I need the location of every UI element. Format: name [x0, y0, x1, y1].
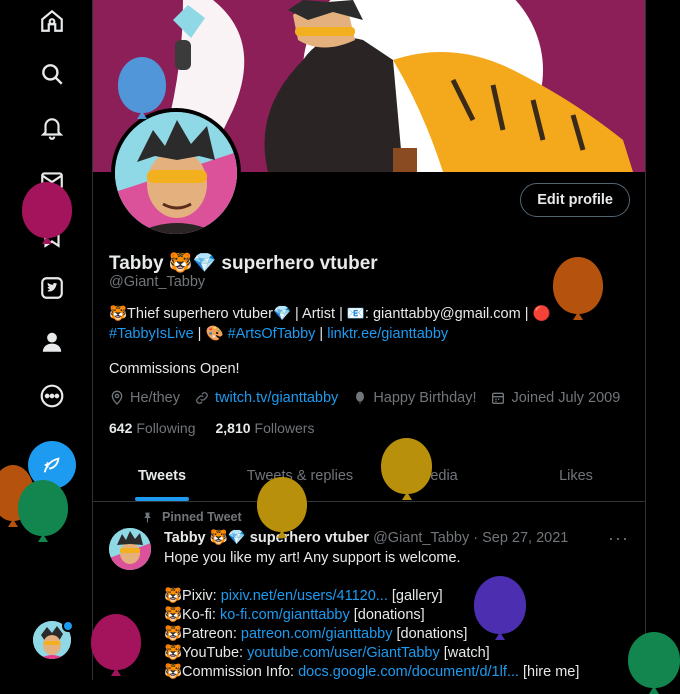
linktree-link[interactable]: linktr.ee/gianttabby — [327, 326, 448, 342]
tweet-line-1: Hope you like my art! Any support is wel… — [164, 550, 461, 566]
website-link[interactable]: twitch.tv/gianttabby — [215, 390, 338, 406]
tab-likes[interactable]: Likes — [507, 451, 645, 501]
link-icon — [196, 392, 208, 404]
calendar-icon — [492, 392, 505, 404]
bio-line-1: 🐯Thief superhero vtuber💎 | Artist | 📧: g… — [109, 306, 551, 322]
bio-separator-2: | — [315, 325, 328, 342]
commission-link[interactable]: docs.google.com/document/d/1lf... — [298, 664, 519, 680]
tweet-author[interactable]: Tabby 🐯💎 superhero vtuber — [164, 530, 369, 546]
balloon-magenta-bottom — [91, 614, 141, 670]
commission-line: 🐯Commission Info: docs.google.com/docume… — [164, 663, 634, 682]
pixiv-link[interactable]: pixiv.net/en/users/41120... — [221, 588, 388, 604]
pixiv-tail: [gallery] — [387, 588, 443, 604]
home-icon[interactable] — [36, 5, 68, 37]
followers-count: 2,810 — [215, 420, 251, 436]
pin-icon — [144, 512, 151, 522]
balloon-green-left — [18, 480, 68, 536]
balloon-purple — [474, 576, 526, 634]
patreon-link[interactable]: patreon.com/gianttabby — [241, 626, 393, 642]
twitter-blue-icon[interactable] — [36, 272, 68, 304]
birthday-text: Happy Birthday! — [373, 390, 477, 406]
commission-tail: [hire me] — [518, 664, 580, 680]
balloon-orange — [553, 257, 603, 314]
following-label: Following — [136, 420, 196, 436]
website-item[interactable]: twitch.tv/gianttabby — [194, 390, 338, 406]
following-count: 642 — [109, 420, 133, 436]
tweet-handle-date: @Giant_Tabby · Sep 27, 2021 — [373, 530, 569, 546]
youtube-label: 🐯YouTube: — [164, 645, 248, 661]
pixiv-label: 🐯Pixiv: — [164, 588, 221, 604]
pronouns-item: He/they — [109, 390, 180, 406]
profile-bio: 🐯Thief superhero vtuber💎 | Artist | 📧: g… — [109, 305, 629, 344]
pixiv-line: 🐯Pixiv: pixiv.net/en/users/41120... [gal… — [164, 587, 634, 606]
joined-text: Joined July 2009 — [511, 390, 621, 406]
following-link[interactable]: 642 Following — [109, 420, 196, 436]
profile-icon[interactable] — [36, 326, 68, 358]
bio-line-2: #TabbyIsLive | 🎨 #ArtsOfTabby | linktr.e… — [109, 325, 629, 345]
pinned-tweet[interactable]: Pinned Tweet Tabby 🐯💎 superhero vtuber @… — [93, 502, 645, 680]
balloon-gold — [381, 438, 432, 494]
more-icon[interactable] — [36, 380, 68, 412]
commissions-status: Commissions Open! — [109, 361, 240, 377]
kofi-link[interactable]: ko-fi.com/gianttabby — [220, 607, 350, 623]
profile-handle: @Giant_Tabby — [109, 274, 206, 290]
notifications-icon[interactable] — [36, 112, 68, 144]
hashtag-tabbyislive[interactable]: #TabbyIsLive — [109, 326, 194, 342]
tweet-avatar[interactable] — [109, 528, 151, 570]
more-options-icon[interactable]: ··· — [608, 528, 629, 549]
location-icon — [111, 390, 123, 405]
profile-column: Edit profile Tabby 🐯💎 superhero vtuber @… — [92, 0, 646, 680]
hashtag-artsoftabby[interactable]: #ArtsOfTabby — [228, 326, 316, 342]
profile-avatar[interactable] — [111, 108, 241, 238]
profile-meta: He/they twitch.tv/gianttabby Happy Birth… — [109, 390, 620, 406]
patreon-line: 🐯Patreon: patreon.com/gianttabby [donati… — [164, 625, 634, 644]
pinned-text: Pinned Tweet — [162, 510, 242, 524]
kofi-line: 🐯Ko-fi: ko-fi.com/gianttabby [donations] — [164, 606, 634, 625]
patreon-label: 🐯Patreon: — [164, 626, 241, 642]
joined-item: Joined July 2009 — [490, 390, 620, 406]
edit-profile-button[interactable]: Edit profile — [520, 183, 630, 217]
sidebar-nav — [0, 0, 92, 680]
tweet-body: Hope you like my art! Any support is wel… — [164, 549, 634, 682]
follow-stats: 642 Following 2,810 Followers — [109, 420, 314, 436]
youtube-line: 🐯YouTube: youtube.com/user/GiantTabby [w… — [164, 644, 634, 663]
birthday-item: Happy Birthday! — [352, 390, 476, 406]
tweet-header: Tabby 🐯💎 superhero vtuber @Giant_Tabby ·… — [164, 529, 568, 546]
balloon-blue — [118, 57, 166, 113]
kofi-tail: [donations] — [349, 607, 425, 623]
balloon-gold-2 — [257, 477, 307, 532]
unread-indicator — [62, 620, 74, 632]
kofi-label: 🐯Ko-fi: — [164, 607, 220, 623]
commission-label: 🐯Commission Info: — [164, 664, 299, 680]
youtube-link[interactable]: youtube.com/user/GiantTabby — [247, 645, 440, 661]
bio-separator: | 🎨 — [193, 325, 228, 342]
followers-label: Followers — [254, 420, 315, 436]
patreon-tail: [donations] — [392, 626, 468, 642]
balloon-magenta — [22, 182, 72, 238]
pronouns-text: He/they — [130, 390, 180, 406]
tab-tweets[interactable]: Tweets — [93, 451, 231, 501]
profile-name: Tabby 🐯💎 superhero vtuber — [109, 253, 378, 274]
explore-icon[interactable] — [36, 58, 68, 90]
balloon-icon — [356, 391, 365, 405]
profile-tabs: Tweets Tweets & replies Media Likes — [93, 451, 645, 502]
youtube-tail: [watch] — [439, 645, 490, 661]
followers-link[interactable]: 2,810 Followers — [216, 420, 315, 436]
pinned-label: Pinned Tweet — [141, 510, 242, 524]
